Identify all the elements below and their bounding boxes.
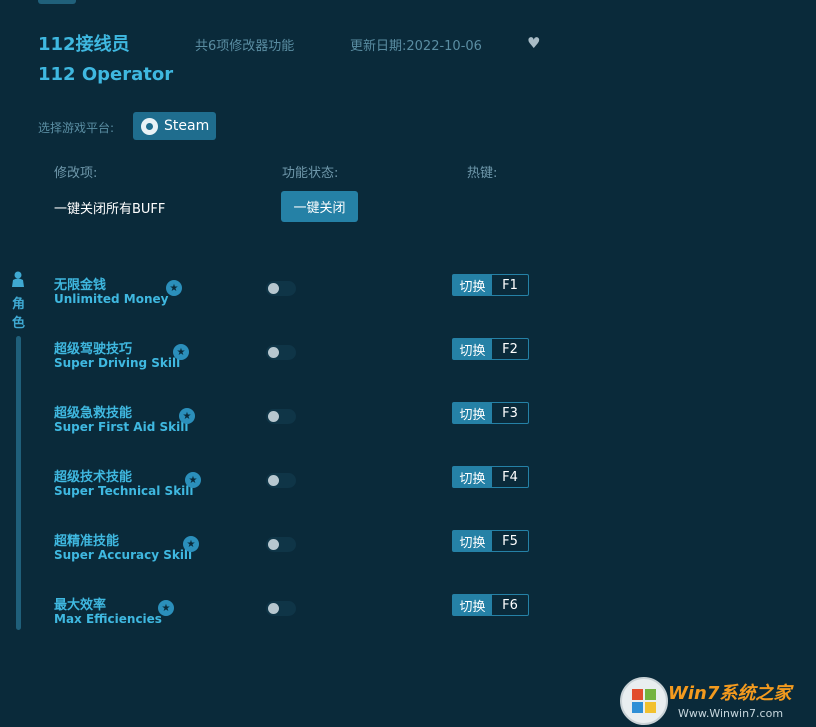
platform-button-label: Steam [164, 118, 210, 134]
watermark-brand: Win7系统之家 [668, 683, 792, 704]
game-title-cn: 112接线员 [38, 34, 130, 55]
feature-toggle[interactable] [266, 601, 296, 616]
star-icon[interactable]: ★ [158, 600, 174, 616]
item-name-cn: 超级技术技能 [54, 470, 133, 485]
hotkey-button[interactable]: 切换 F1 [452, 274, 529, 296]
hotkey-switch-label: 切换 [453, 403, 492, 423]
item-name-cn: 超精准技能 [54, 534, 120, 549]
item-name-cn: 超级急救技能 [54, 406, 133, 421]
list-item: 最大效率 Max Efficiencies ★ 切换 F6 [0, 594, 816, 634]
list-item: 超级驾驶技巧 Super Driving Skill ★ 切换 F2 [0, 338, 816, 378]
toggle-knob [268, 411, 279, 422]
hotkey-switch-label: 切换 [453, 531, 492, 551]
hotkey-button[interactable]: 切换 F4 [452, 466, 529, 488]
feature-toggle[interactable] [266, 345, 296, 360]
windows-logo-icon [620, 677, 668, 725]
update-date: 更新日期:2022-10-06 [350, 39, 482, 54]
hotkey-button[interactable]: 切换 F2 [452, 338, 529, 360]
star-icon[interactable]: ★ [183, 536, 199, 552]
item-name-en: Max Efficiencies [54, 612, 162, 626]
hotkey-switch-label: 切换 [453, 339, 492, 359]
column-header-status: 功能状态: [282, 166, 339, 181]
hotkey-switch-label: 切换 [453, 595, 492, 615]
star-icon[interactable]: ★ [179, 408, 195, 424]
steam-icon [141, 117, 158, 135]
feature-toggle[interactable] [266, 281, 296, 296]
hotkey-button[interactable]: 切换 F3 [452, 402, 529, 424]
list-item: 超精准技能 Super Accuracy Skill ★ 切换 F5 [0, 530, 816, 570]
disable-all-button[interactable]: 一键关闭 [281, 191, 358, 222]
list-item: 无限金钱 Unlimited Money ★ 切换 F1 [0, 274, 816, 314]
feature-toggle[interactable] [266, 537, 296, 552]
hotkey-key: F4 [502, 469, 518, 485]
hotkey-key: F3 [502, 405, 518, 421]
toggle-knob [268, 283, 279, 294]
watermark: Win7系统之家 Www.Winwin7.com [620, 675, 810, 725]
hotkey-button[interactable]: 切换 F6 [452, 594, 529, 616]
column-header-mod: 修改项: [54, 166, 98, 181]
hotkey-key: F2 [502, 341, 518, 357]
top-tab-stub [38, 0, 76, 4]
star-icon[interactable]: ★ [185, 472, 201, 488]
item-name-en: Super Accuracy Skill [54, 548, 193, 562]
platform-label: 选择游戏平台: [38, 121, 115, 135]
item-name-cn: 超级驾驶技巧 [54, 342, 133, 357]
toggle-knob [268, 603, 279, 614]
hotkey-key: F1 [502, 277, 518, 293]
feature-count: 共6项修改器功能 [195, 39, 295, 54]
hotkey-key: F5 [502, 533, 518, 549]
list-item: 超级技术技能 Super Technical Skill ★ 切换 F4 [0, 466, 816, 506]
star-icon[interactable]: ★ [173, 344, 189, 360]
heart-icon[interactable]: ♥ [527, 34, 540, 52]
item-name-en: Super Driving Skill [54, 356, 181, 370]
hotkey-button[interactable]: 切换 F5 [452, 530, 529, 552]
list-item: 超级急救技能 Super First Aid Skill ★ 切换 F3 [0, 402, 816, 442]
toggle-knob [268, 475, 279, 486]
item-name-cn: 最大效率 [54, 598, 107, 613]
hotkey-key: F6 [502, 597, 518, 613]
item-name-en: Super First Aid Skill [54, 420, 189, 434]
feature-toggle[interactable] [266, 473, 296, 488]
hotkey-switch-label: 切换 [453, 467, 492, 487]
item-name-cn: 无限金钱 [54, 278, 107, 293]
hotkey-switch-label: 切换 [453, 275, 492, 295]
feature-toggle[interactable] [266, 409, 296, 424]
star-icon[interactable]: ★ [166, 280, 182, 296]
item-name-en: Unlimited Money [54, 292, 169, 306]
game-title-en: 112 Operator [38, 64, 174, 85]
item-name-en: Super Technical Skill [54, 484, 194, 498]
all-buff-label: 一键关闭所有BUFF [54, 202, 166, 217]
toggle-knob [268, 539, 279, 550]
column-header-hotkey: 热键: [467, 166, 498, 181]
watermark-url: Www.Winwin7.com [678, 707, 784, 720]
steam-platform-button[interactable]: Steam [133, 112, 216, 140]
toggle-knob [268, 347, 279, 358]
